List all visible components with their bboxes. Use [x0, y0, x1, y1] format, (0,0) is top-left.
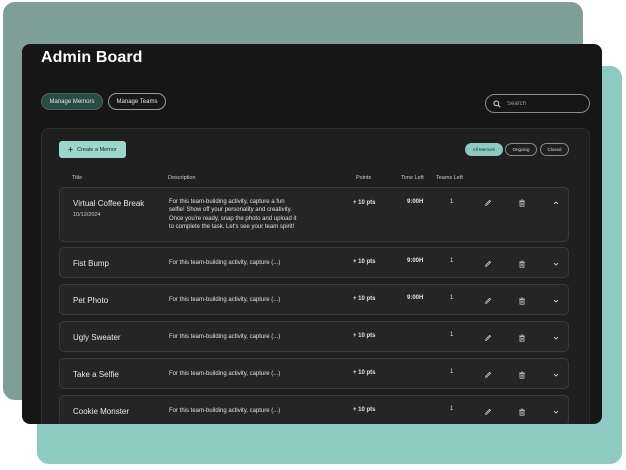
row-time-left: 9:00H	[407, 295, 424, 301]
row-title: Pet Photo	[73, 296, 109, 305]
filter-all-memors[interactable]: All Memors	[465, 143, 503, 156]
row-teams-left: 1	[450, 258, 454, 264]
column-header-description: Description	[168, 175, 196, 181]
row-description: For this team-building activity, capture…	[169, 199, 297, 230]
row-points: + 10 pts	[353, 407, 376, 413]
edit-icon[interactable]	[483, 296, 492, 305]
trash-icon[interactable]	[517, 259, 526, 268]
row-points: + 10 pts	[353, 296, 376, 302]
column-header-time-left: Time Left	[401, 175, 424, 181]
chevron-down-icon[interactable]	[551, 296, 560, 305]
edit-icon[interactable]	[483, 259, 492, 268]
admin-window: Admin Board Manage Memors Manage Teams +…	[22, 44, 602, 424]
chevron-down-icon[interactable]	[551, 259, 560, 268]
table-row[interactable]: Ugly Sweater For this team-building acti…	[59, 321, 569, 352]
row-points: + 10 pts	[353, 200, 376, 206]
memors-panel: + Create a Memor All Memors Ongoing Clos…	[41, 128, 590, 424]
trash-icon[interactable]	[517, 198, 526, 207]
table-row[interactable]: Fist Bump For this team-building activit…	[59, 247, 569, 278]
row-description: For this team-building activity, capture…	[169, 371, 281, 377]
trash-icon[interactable]	[517, 370, 526, 379]
row-title: Cookie Monster	[73, 407, 130, 416]
row-teams-left: 1	[450, 199, 454, 205]
column-header-teams-left: Teams Left	[436, 175, 463, 181]
search-icon	[493, 95, 501, 113]
edit-icon[interactable]	[483, 198, 492, 207]
tab-manage-memors[interactable]: Manage Memors	[41, 93, 103, 110]
row-description: For this team-building activity, capture…	[169, 408, 281, 414]
row-points: + 10 pts	[353, 259, 376, 265]
column-header-points: Points	[356, 175, 372, 181]
row-date: 10/12/2024	[73, 212, 101, 218]
row-description: For this team-building activity, capture…	[169, 260, 281, 266]
filter-closed[interactable]: Closed	[540, 143, 569, 156]
chevron-up-icon[interactable]	[551, 198, 560, 207]
edit-icon[interactable]	[483, 407, 492, 416]
chevron-down-icon[interactable]	[551, 370, 560, 379]
page-title: Admin Board	[41, 49, 143, 66]
table-row[interactable]: Cookie Monster For this team-building ac…	[59, 395, 569, 424]
row-points: + 10 pts	[353, 333, 376, 339]
filter-ongoing[interactable]: Ongoing	[505, 143, 537, 156]
tab-manage-teams[interactable]: Manage Teams	[108, 93, 166, 110]
row-teams-left: 1	[450, 406, 454, 412]
row-time-left: 9:00H	[407, 199, 424, 205]
row-description: For this team-building activity, capture…	[169, 334, 281, 340]
row-title: Ugly Sweater	[73, 333, 121, 342]
table-row[interactable]: Virtual Coffee Break 10/12/2024 For this…	[59, 187, 569, 242]
row-description: For this team-building activity, capture…	[169, 297, 281, 303]
create-memor-label: Create a Memor	[76, 146, 117, 153]
table-row[interactable]: Pet Photo For this team-building activit…	[59, 284, 569, 315]
table-row[interactable]: Take a Selfie For this team-building act…	[59, 358, 569, 389]
chevron-down-icon[interactable]	[551, 407, 560, 416]
row-teams-left: 1	[450, 369, 454, 375]
search-box[interactable]	[485, 94, 590, 113]
trash-icon[interactable]	[517, 296, 526, 305]
row-title: Take a Selfie	[73, 370, 119, 379]
create-memor-button[interactable]: + Create a Memor	[59, 141, 126, 158]
edit-icon[interactable]	[483, 333, 492, 342]
column-header-title: Title	[72, 175, 83, 181]
trash-icon[interactable]	[517, 333, 526, 342]
row-time-left: 9:00H	[407, 258, 424, 264]
trash-icon[interactable]	[517, 407, 526, 416]
row-teams-left: 1	[450, 295, 454, 301]
search-input[interactable]	[507, 100, 587, 107]
row-points: + 10 pts	[353, 370, 376, 376]
row-teams-left: 1	[450, 332, 454, 338]
chevron-down-icon[interactable]	[551, 333, 560, 342]
edit-icon[interactable]	[483, 370, 492, 379]
row-title: Fist Bump	[73, 259, 110, 268]
plus-icon: +	[68, 144, 73, 154]
row-title: Virtual Coffee Break	[73, 199, 145, 208]
